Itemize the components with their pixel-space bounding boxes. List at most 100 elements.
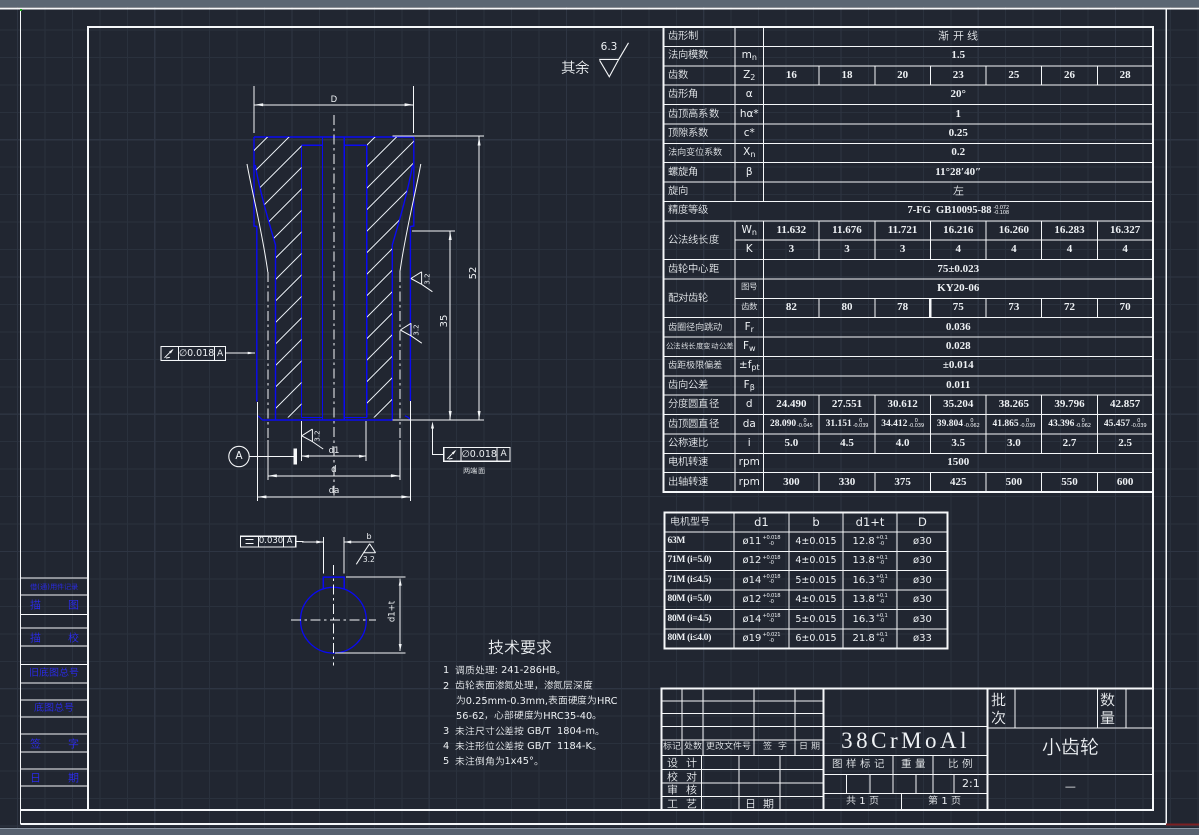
sig-label-3: [662, 796, 702, 810]
param-cell-10-5: 16.283: [1042, 221, 1098, 240]
motor-D-4: ø30: [897, 610, 948, 629]
param-row-label-19: [664, 395, 736, 414]
craft-date-label: [739, 796, 780, 810]
param-row-sym-1: mn: [735, 46, 764, 65]
tech-item-3: 56-62HRC35-40: [456, 709, 696, 724]
param-cell-23-6: 600: [1097, 473, 1153, 492]
strip-base-label: [21, 700, 89, 717]
strip-old-base-label: [21, 665, 89, 684]
motor-model-4: 80M (i=4.5): [665, 610, 734, 629]
param-cell-21-5: 2.7: [1042, 434, 1098, 453]
top-window-bar: [0, 0, 1199, 7]
param-cell-11-3: 4: [930, 240, 986, 259]
dim-52: 52: [468, 258, 480, 288]
dim-da: da: [324, 486, 344, 496]
param-cell-19-3: 35.204: [930, 395, 986, 414]
rev-header-1: [682, 740, 703, 755]
param-value-22: 1500: [764, 453, 1154, 472]
param-row-sym-16: Fw: [735, 337, 764, 356]
param-cell-14-3: 75: [930, 298, 986, 317]
motor-d1-2: ø14+0.018-0: [734, 571, 789, 590]
param-cell-23-4: 500: [986, 473, 1042, 492]
param-row-label-12: [664, 260, 736, 279]
param-value-5: 0.25: [764, 124, 1154, 143]
param-cell-11-4: 4: [986, 240, 1042, 259]
param-value-9: 7-FG GB10095-88-0.072-0.108: [764, 201, 1154, 220]
tech-item-0: 1 : 241-286HB: [443, 663, 683, 678]
param-value-7: 11°28′40″: [764, 163, 1154, 182]
param-cell-10-0: 11.632: [764, 221, 820, 240]
param-cell-10-6: 16.327: [1097, 221, 1153, 240]
param-cell-21-2: 4.0: [875, 434, 931, 453]
param-cell-11-2: 3: [875, 240, 931, 259]
param-cell-23-0: 300: [764, 473, 820, 492]
param-row-sym-5: c*: [735, 124, 764, 143]
param-cell-14-5: 72: [1042, 298, 1098, 317]
param-value-6: 0.2: [764, 143, 1154, 162]
motor-header-1: d1: [734, 513, 789, 532]
sig-label-2: [662, 783, 702, 796]
param-cell-2-1: 18: [819, 66, 875, 85]
param-cell-20-2: 34.4120-0.039: [875, 415, 931, 434]
param-row-sym-6: Xn: [735, 143, 764, 162]
param-cell-20-1: 31.1510-0.039: [819, 415, 875, 434]
param-row-sym-13: [735, 279, 764, 298]
param-row-label-0: [664, 27, 736, 46]
motor-dt-3: 13.8+0.1-0: [843, 590, 897, 609]
sig-label-1: [662, 769, 702, 783]
dim-b: b: [362, 532, 376, 542]
param-cell-10-4: 16.260: [986, 221, 1042, 240]
param-row-label-17: [664, 356, 736, 375]
fcf-left-datum: A: [215, 347, 226, 361]
motor-d1-5: ø19+0.021-0: [734, 629, 789, 648]
param-cell-20-6: 45.4570-0.039: [1097, 415, 1153, 434]
strip-tracing-label: [21, 595, 89, 615]
motor-D-2: ø30: [897, 571, 948, 590]
param-cell-14-0: 82: [764, 298, 820, 317]
param-cell-2-5: 26: [1042, 66, 1098, 85]
motor-header-2: b: [789, 513, 843, 532]
param-cell-19-2: 30.612: [875, 395, 931, 414]
part-code: —: [988, 780, 1153, 794]
param-cell-20-3: 39.8040-0.062: [930, 415, 986, 434]
param-value-16: 0.028: [764, 337, 1154, 356]
motor-d1-3: ø12+0.018-0: [734, 590, 789, 609]
param-row-label-21: [664, 434, 736, 453]
param-cell-2-0: 16: [764, 66, 820, 85]
param-row-label-16: [664, 337, 736, 356]
param-row-label-3: [664, 85, 736, 104]
tech-item-2: 0.25mm-0.3mm,HRC: [456, 694, 696, 709]
param-cell-2-3: 23: [930, 66, 986, 85]
param-row-label-23: [664, 473, 736, 492]
rev-header-2: [703, 740, 754, 755]
motor-header-0: [665, 513, 734, 532]
param-row-label-1: [664, 46, 736, 65]
param-row-sym-19: d: [735, 395, 764, 414]
param-cell-2-4: 25: [986, 66, 1042, 85]
param-row-sym-20: da: [735, 415, 764, 434]
rough-bore-value: 3.2: [312, 425, 324, 448]
tech-req-title: [455, 638, 585, 657]
fcf-face-note: [452, 466, 496, 477]
scale-header: [933, 756, 988, 775]
motor-D-3: ø30: [897, 590, 948, 609]
param-cell-2-2: 20: [875, 66, 931, 85]
motor-b-1: 4±0.015: [789, 551, 843, 570]
param-cell-14-4: 73: [986, 298, 1042, 317]
param-value-13: KY20-06: [764, 279, 1154, 298]
param-row-sym-7: β: [735, 163, 764, 182]
bottom-scroll-bar[interactable]: [0, 828, 1199, 835]
motor-d1-1: ø12+0.018-0: [734, 551, 789, 570]
motor-header-4: D: [897, 513, 948, 532]
rest-roughness-label: [546, 60, 604, 77]
rev-header-3: [754, 740, 795, 755]
param-value-17: ±0.014: [764, 356, 1154, 375]
motor-dt-4: 16.3+0.1-0: [843, 610, 897, 629]
param-row-label-4: [664, 105, 736, 124]
scale-value: 2:1: [954, 775, 988, 794]
motor-b-2: 5±0.015: [789, 571, 843, 590]
motor-b-3: 4±0.015: [789, 590, 843, 609]
material-label: 38CrMoAl: [824, 727, 988, 755]
param-row-label-10: [664, 221, 736, 260]
stamp-header: [824, 756, 894, 775]
